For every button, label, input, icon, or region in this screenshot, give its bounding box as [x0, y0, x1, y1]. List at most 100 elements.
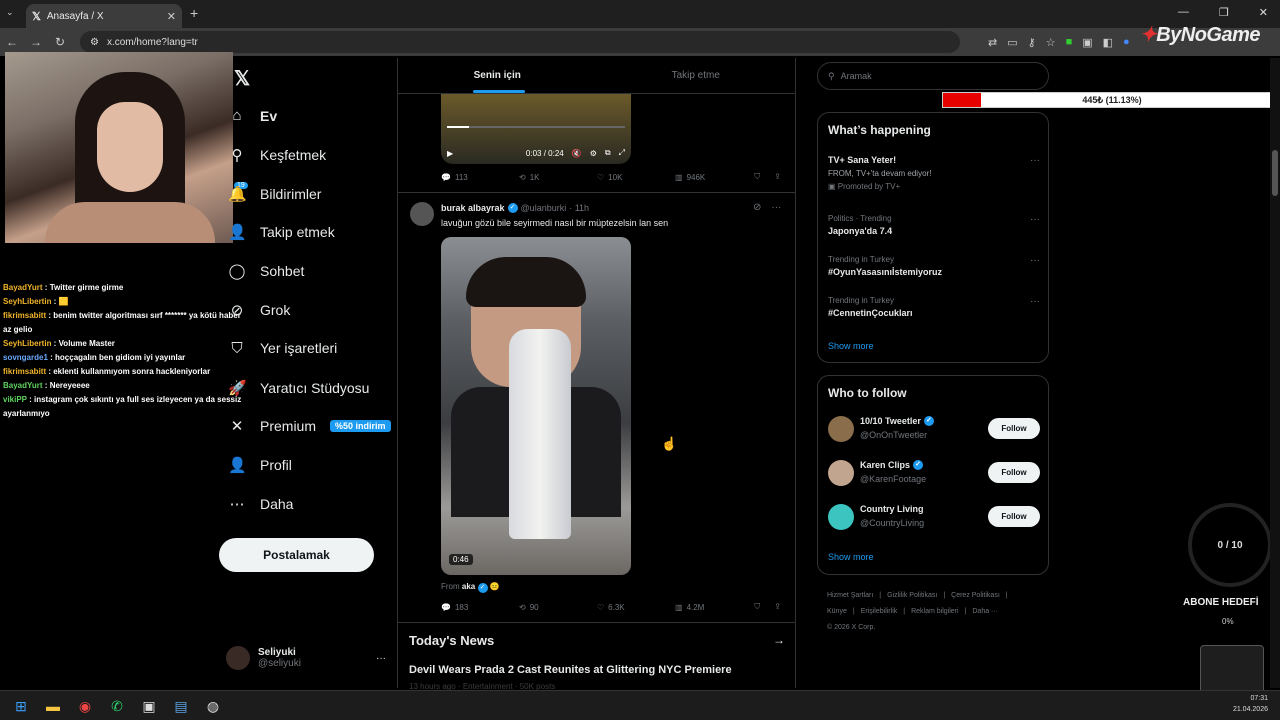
play-icon[interactable]: ▶	[447, 149, 453, 158]
bookmark-icon[interactable]: ⛉	[754, 172, 760, 182]
address-bar[interactable]: ⚙ x.com/home?lang=tr	[80, 31, 960, 53]
sidebar-item-6[interactable]: ⛉ Yer işaretleri	[228, 340, 337, 357]
avatar[interactable]	[410, 202, 434, 226]
video-player[interactable]: 0:46	[441, 237, 631, 575]
video-progress-bar[interactable]	[447, 126, 625, 128]
extension-icon[interactable]: ▣	[1082, 36, 1092, 49]
settings-icon[interactable]: ⚙	[590, 149, 597, 158]
tab-following[interactable]: Takip etme	[597, 58, 796, 93]
more-icon[interactable]: ···	[1030, 296, 1040, 307]
trend-item[interactable]: TV+ Sana Yeter! FROM, TV+'ta devam ediyo…	[828, 155, 1040, 191]
minimize-icon[interactable]: —	[1178, 6, 1189, 19]
sidebar-item-7[interactable]: 🚀 Yaratıcı Stüdyosu	[228, 379, 369, 397]
grok-icon[interactable]: ⊘	[753, 202, 761, 213]
back-icon[interactable]: ←	[0, 35, 24, 49]
translate-icon[interactable]: ⇄	[988, 36, 997, 49]
more-icon[interactable]: ···	[1030, 214, 1040, 225]
trend-item[interactable]: Trending in Turkey #OyunYasasınıİstemiyo…	[828, 255, 1040, 277]
key-icon[interactable]: ⚷	[1028, 36, 1036, 49]
follow-button[interactable]: Follow	[988, 506, 1040, 527]
search-box[interactable]: ⚲ Aramak	[817, 62, 1049, 90]
sidebar-item-0[interactable]: ⌂ Ev	[228, 107, 277, 124]
account-switcher[interactable]: Seliyuki @seliyuki ···	[226, 642, 386, 674]
footer-link[interactable]: Çerez Politikası	[951, 592, 1000, 599]
views-button[interactable]: ▥ 946K	[675, 173, 753, 182]
follow-suggestion[interactable]: Karen Clips ✓ @KarenFootage Follow	[828, 458, 1040, 488]
whatsapp-icon[interactable]: ✆	[108, 697, 126, 715]
pip-icon[interactable]: ⧉	[605, 148, 611, 158]
reply-button[interactable]: 💬 113	[441, 173, 519, 182]
restore-icon[interactable]: ❐	[1219, 6, 1229, 19]
cast-icon[interactable]: ▭	[1007, 36, 1017, 49]
footer-link[interactable]: Künye	[827, 608, 847, 615]
share-icon[interactable]: ⇪	[774, 172, 781, 182]
sidebar-item-2[interactable]: 🔔 Bildirimler	[228, 185, 321, 203]
author-handle[interactable]: @ulanburki	[521, 203, 567, 213]
footer-link[interactable]: Reklam bilgileri	[911, 608, 958, 615]
chrome-icon[interactable]: ◉	[76, 697, 94, 715]
sidebar-item-1[interactable]: ⚲ Keşfetmek	[228, 146, 327, 164]
footer-link[interactable]: © 2026 X Corp.	[827, 624, 875, 631]
extension-icon[interactable]: ●	[1123, 36, 1130, 49]
app-icon[interactable]: ▣	[140, 697, 158, 715]
arrow-right-icon[interactable]: →	[773, 633, 785, 647]
like-button[interactable]: ♡ 10K	[597, 173, 675, 182]
scrollbar-thumb[interactable]	[1272, 150, 1278, 196]
news-headline[interactable]: Devil Wears Prada 2 Cast Reunites at Gli…	[409, 664, 732, 676]
more-icon[interactable]: ···	[1030, 155, 1040, 166]
new-tab-icon[interactable]: +	[190, 5, 198, 21]
fullscreen-icon[interactable]: ⤢	[619, 148, 625, 158]
repost-button[interactable]: ⟲ 90	[519, 603, 597, 612]
follow-suggestion[interactable]: Country Living @CountryLiving Follow	[828, 502, 1040, 532]
sidebar-item-4[interactable]: ◯ Sohbet	[228, 262, 305, 280]
like-button[interactable]: ♡ 6.3K	[597, 603, 675, 612]
follow-button[interactable]: Follow	[988, 418, 1040, 439]
close-window-icon[interactable]: ✕	[1259, 6, 1268, 19]
show-more-link[interactable]: Show more	[828, 341, 874, 351]
repost-button[interactable]: ⟲ 1K	[519, 173, 597, 182]
extension-icon[interactable]: ◧	[1103, 36, 1113, 49]
forward-icon[interactable]: →	[24, 35, 48, 49]
footer-link[interactable]: Daha ···	[972, 608, 998, 615]
reply-button[interactable]: 💬 183	[441, 603, 519, 612]
bookmark-star-icon[interactable]: ☆	[1046, 36, 1056, 49]
file-explorer-icon[interactable]: ▬	[44, 697, 62, 715]
sidebar-item-8[interactable]: ✕ Premium %50 indirim	[228, 417, 391, 435]
share-icon[interactable]: ⇪	[774, 602, 781, 612]
sidebar-item-9[interactable]: 👤 Profil	[228, 456, 292, 474]
search-input[interactable]: Aramak	[841, 71, 872, 81]
mute-icon[interactable]: 🔇	[572, 149, 582, 158]
trend-item[interactable]: Trending in Turkey #CennetinÇocukları ··…	[828, 296, 1040, 318]
tab-search-icon[interactable]: ⌄	[6, 7, 14, 18]
from-name[interactable]: aka	[462, 582, 475, 591]
sidebar-item-3[interactable]: 👤 Takip etmek	[228, 223, 335, 241]
bookmark-icon[interactable]: ⛉	[754, 602, 760, 612]
tab-close-icon[interactable]: ✕	[167, 10, 176, 23]
app-icon[interactable]: ▤	[172, 697, 190, 715]
more-icon[interactable]: ···	[1030, 255, 1040, 266]
post-button[interactable]: Postalamak	[219, 538, 374, 572]
author-name[interactable]: burak albayrak	[441, 203, 505, 213]
follow-suggestion[interactable]: 10/10 Tweetler ✓ @OnOnTweetler Follow	[828, 414, 1040, 444]
more-icon[interactable]: ···	[771, 202, 781, 213]
browser-tab[interactable]: 𝕏 Anasayfa / X ✕	[26, 4, 182, 28]
video-player[interactable]: ▶ 0:03 / 0:24 🔇 ⚙ ⧉ ⤢	[441, 94, 631, 164]
sidebar-item-10[interactable]: ⋯ Daha	[228, 495, 294, 513]
post-time[interactable]: · 11h	[569, 203, 589, 213]
views-button[interactable]: ▥ 4.2M	[675, 603, 753, 612]
page-scrollbar[interactable]	[1270, 58, 1280, 688]
x-logo-icon[interactable]: 𝕏	[234, 66, 250, 91]
more-icon[interactable]: ···	[376, 653, 386, 664]
footer-link[interactable]: Hizmet Şartları	[827, 592, 873, 599]
tab-for-you[interactable]: Senin için	[398, 58, 597, 93]
windows-start-icon[interactable]: ⊞	[12, 697, 30, 715]
show-more-link[interactable]: Show more	[828, 552, 874, 562]
app-icon[interactable]: ◍	[204, 697, 222, 715]
trend-item[interactable]: Politics · Trending Japonya'da 7.4 ···	[828, 214, 1040, 236]
footer-link[interactable]: Gizlilik Politikası	[887, 592, 937, 599]
reload-icon[interactable]: ↻	[48, 35, 72, 49]
footer-link[interactable]: Erişilebilirlik	[861, 608, 898, 615]
extension-icon[interactable]: ■	[1066, 36, 1073, 49]
system-clock[interactable]: 07:31 21.04.2026	[1233, 693, 1268, 715]
site-info-icon[interactable]: ⚙	[90, 37, 99, 48]
